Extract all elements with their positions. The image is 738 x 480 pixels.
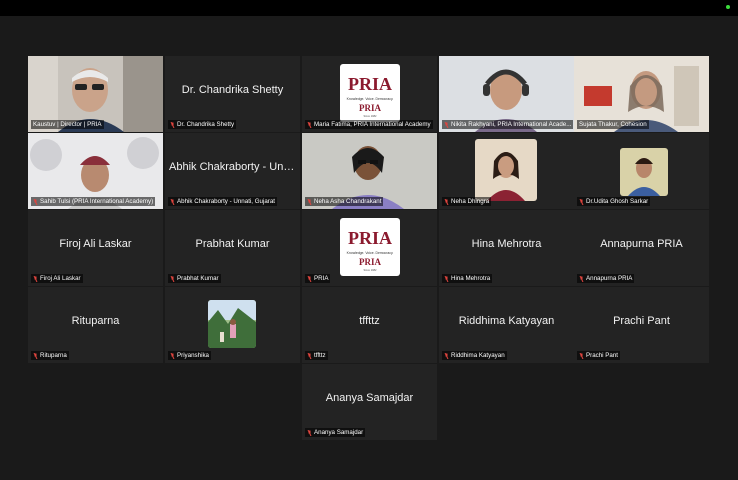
- participant-display-name: Prabhat Kumar: [195, 238, 270, 250]
- participant-tile-chandrika[interactable]: Dr. Chandrika Shetty Dr. Chandrika Shett…: [165, 56, 300, 132]
- participant-tile-hina[interactable]: Hina Mehrotra Hina Mehrotra: [439, 210, 574, 286]
- mic-muted-icon: [170, 121, 175, 128]
- mic-muted-icon: [170, 352, 175, 359]
- participant-display-name: tffttz: [359, 315, 380, 327]
- mic-muted-icon: [307, 275, 312, 282]
- participant-display-name: Annapurna PRIA: [600, 238, 683, 250]
- status-indicator-icon: [726, 5, 730, 9]
- participant-display-name: Dr. Chandrika Shetty: [181, 84, 284, 96]
- participant-tile-sahib[interactable]: Sahib Tulsi (PRIA International Academy): [28, 133, 163, 209]
- svg-text:PRIA: PRIA: [359, 103, 381, 113]
- participant-name-label: Hina Mehrotra: [442, 274, 493, 283]
- participant-display-name: Firoj Ali Laskar: [59, 238, 132, 250]
- svg-text:Since 1982: Since 1982: [364, 268, 378, 272]
- participant-tile-abhik[interactable]: Abhik Chakraborty - Unna... Abhik Chakra…: [165, 133, 300, 209]
- participant-tile-tffttz[interactable]: tffttz tffttz: [302, 287, 437, 363]
- mic-muted-icon: [307, 198, 312, 205]
- participant-name-label: Annapurna PRIA: [577, 274, 635, 283]
- participant-name-label: Dr. Chandrika Shetty: [168, 120, 237, 129]
- mic-muted-icon: [33, 198, 38, 205]
- participant-tile-udita[interactable]: Dr.Udita Ghosh Sarkar: [574, 133, 709, 209]
- participant-display-name: Hina Mehrotra: [471, 238, 542, 250]
- participant-name-label: Dr.Udita Ghosh Sarkar: [577, 197, 651, 206]
- svg-text:Knowledge. Voice. Democracy.: Knowledge. Voice. Democracy.: [347, 97, 394, 101]
- pria-logo: PRIA Knowledge. Voice. Democracy. PRIA S…: [340, 64, 400, 122]
- mic-muted-icon: [579, 352, 584, 359]
- participant-name-label: Neha Asha Chandrakant: [305, 197, 384, 206]
- participant-tile-riddhima[interactable]: Riddhima Katyayan Riddhima Katyayan: [439, 287, 574, 363]
- mic-muted-icon: [307, 352, 312, 359]
- participant-name-label: Priyanshika: [168, 351, 211, 360]
- participant-display-name: Riddhima Katyayan: [458, 315, 555, 327]
- participant-name-label: Prabhat Kumar: [168, 274, 221, 283]
- mic-muted-icon: [444, 198, 449, 205]
- participant-tile-ananya[interactable]: Ananya Samajdar Ananya Samajdar: [302, 364, 437, 440]
- participant-display-name: Ananya Samajdar: [325, 392, 414, 404]
- mic-muted-icon: [170, 275, 175, 282]
- participant-name-label: Riddhima Katyayan: [442, 351, 507, 360]
- participant-display-name: Abhik Chakraborty - Unna...: [169, 161, 300, 173]
- participant-tile-annapurna[interactable]: Annapurna PRIA Annapurna PRIA: [574, 210, 709, 286]
- participant-name-label: Abhik Chakraborty - Unnati, Gujarat: [168, 197, 278, 206]
- svg-text:PRIA: PRIA: [348, 74, 392, 94]
- svg-text:Knowledge. Voice. Democracy.: Knowledge. Voice. Democracy.: [347, 251, 394, 255]
- mic-muted-icon: [444, 275, 449, 282]
- participant-tile-nikita[interactable]: Nikita Rakhyani, PRIA International Acad…: [439, 56, 574, 132]
- mic-muted-icon: [33, 275, 38, 282]
- participant-name-label: Nikita Rakhyani, PRIA International Acad…: [442, 120, 574, 129]
- participant-tile-prabhat[interactable]: Prabhat Kumar Prabhat Kumar: [165, 210, 300, 286]
- participant-tile-pria[interactable]: PRIA Knowledge. Voice. Democracy. PRIA S…: [302, 210, 437, 286]
- participant-tile-neha-asha[interactable]: Neha Asha Chandrakant: [302, 133, 437, 209]
- participant-name-label: Sahib Tulsi (PRIA International Academy): [31, 197, 156, 206]
- participant-name-label: Kaustuv | Director | PRIA: [31, 120, 104, 129]
- svg-text:PRIA: PRIA: [359, 257, 381, 267]
- mic-muted-icon: [579, 198, 584, 205]
- profile-picture: [475, 139, 537, 201]
- participant-tile-maria[interactable]: PRIA Knowledge. Voice. Democracy. PRIA S…: [302, 56, 437, 132]
- participant-name-label: Sujata Thakur, Cohesion: [577, 120, 649, 129]
- participant-tile-priyanshika[interactable]: Priyanshika: [165, 287, 300, 363]
- mic-muted-icon: [579, 275, 584, 282]
- profile-picture: [208, 300, 256, 348]
- participant-tile-firoj[interactable]: Firoj Ali Laskar Firoj Ali Laskar: [28, 210, 163, 286]
- participant-tile-sujata[interactable]: Sujata Thakur, Cohesion: [574, 56, 709, 132]
- participant-name-label: Firoj Ali Laskar: [31, 274, 83, 283]
- mic-muted-icon: [170, 198, 175, 205]
- participant-name-label: Maria Fatima, PRIA International Academy: [305, 120, 433, 129]
- svg-text:PRIA: PRIA: [348, 228, 392, 248]
- participant-tile-kaustuv[interactable]: Kaustuv | Director | PRIA: [28, 56, 163, 132]
- window-top-bar: [0, 0, 738, 16]
- participant-name-label: PRIA: [305, 274, 331, 283]
- participant-name-label: Prachi Pant: [577, 351, 620, 360]
- svg-text:Since 1982: Since 1982: [364, 114, 378, 118]
- mic-muted-icon: [307, 429, 312, 436]
- participant-display-name: Rituparna: [71, 315, 120, 327]
- participant-name-label: Neha Dhingra: [442, 197, 492, 206]
- participant-name-label: tffttz: [305, 351, 328, 360]
- pria-logo: PRIA Knowledge. Voice. Democracy. PRIA S…: [340, 218, 400, 276]
- mic-muted-icon: [444, 121, 449, 128]
- mic-muted-icon: [444, 352, 449, 359]
- mic-muted-icon: [307, 121, 312, 128]
- mic-muted-icon: [33, 352, 38, 359]
- participant-tile-neha-dhingra[interactable]: Neha Dhingra: [439, 133, 574, 209]
- participant-tile-prachi[interactable]: Prachi Pant Prachi Pant: [574, 287, 709, 363]
- profile-picture: [620, 148, 668, 196]
- participant-name-label: Ananya Samajdar: [305, 428, 366, 437]
- participant-tile-rituparna[interactable]: Rituparna Rituparna: [28, 287, 163, 363]
- participant-display-name: Prachi Pant: [613, 315, 670, 327]
- participant-name-label: Rituparna: [31, 351, 69, 360]
